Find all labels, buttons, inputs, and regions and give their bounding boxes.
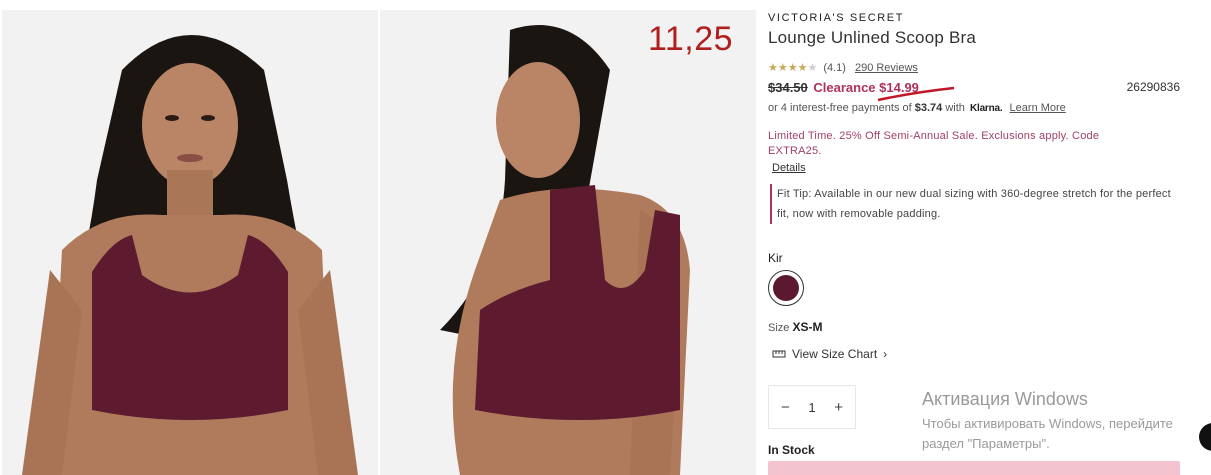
- klarna-logo: Klarna.: [969, 103, 1003, 114]
- product-sku: 26290836: [1126, 80, 1180, 94]
- klarna-text: or 4 interest-free payments of: [768, 102, 912, 114]
- watermark-line-2: раздел "Параметры".: [922, 436, 1050, 451]
- star-off-icon: ★: [807, 62, 818, 74]
- watermark-line-1: Чтобы активировать Windows, перейдите: [922, 416, 1173, 431]
- watermark-title: Активация Windows: [922, 389, 1088, 409]
- klarna-with: with: [945, 102, 965, 114]
- star-on-icon: ★★★★: [768, 62, 808, 74]
- size-value: XS-M: [792, 320, 823, 334]
- qty-plus-button[interactable]: +: [834, 399, 843, 416]
- reviews-link[interactable]: 290 Reviews: [855, 62, 918, 74]
- klarna-learn-more-link[interactable]: Learn More: [1010, 102, 1066, 114]
- stock-status: In Stock: [768, 443, 815, 457]
- size-row: Size XS-M: [768, 320, 822, 334]
- size-chart-label: View Size Chart: [792, 347, 878, 361]
- product-image-back[interactable]: [380, 10, 756, 475]
- qty-minus-button[interactable]: −: [781, 399, 790, 416]
- color-name: Kir: [768, 251, 783, 265]
- product-title: Lounge Unlined Scoop Bra: [768, 28, 977, 47]
- brand-name: VICTORIA'S SECRET: [768, 12, 905, 24]
- product-image-front[interactable]: [2, 10, 378, 475]
- ruler-icon: [772, 350, 786, 358]
- price-row: $34.50 Clearance $14.99 26290836: [768, 80, 1180, 102]
- original-price: $34.50: [768, 80, 808, 95]
- color-swatch-kir: [773, 275, 799, 301]
- qty-value[interactable]: 1: [808, 400, 815, 415]
- rating-stars: ★★★★★: [768, 61, 817, 74]
- chevron-right-icon: ›: [883, 347, 888, 361]
- strikethrough-mark: [877, 86, 955, 102]
- promo-details-link[interactable]: Details: [772, 162, 806, 174]
- promo-text: Limited Time. 25% Off Semi-Annual Sale. …: [768, 130, 1100, 157]
- klarna-row: or 4 interest-free payments of $3.74 wit…: [768, 102, 1066, 114]
- quantity-stepper: − 1 +: [768, 385, 856, 429]
- rating-value: (4.1): [823, 61, 846, 74]
- windows-activation-watermark: Активация Windows Чтобы активировать Win…: [922, 389, 1173, 454]
- klarna-amount: $3.74: [914, 102, 943, 114]
- color-swatch-selected[interactable]: [768, 270, 804, 306]
- add-to-bag-button[interactable]: [768, 461, 1180, 475]
- size-chart-link[interactable]: View Size Chart ›: [772, 347, 887, 361]
- rating-row: ★★★★★ (4.1) 290 Reviews: [768, 61, 918, 75]
- size-label: Size: [768, 322, 790, 334]
- price-annotation: 11,25: [648, 20, 734, 58]
- fit-tip: Fit Tip: Available in our new dual sizin…: [770, 184, 1180, 224]
